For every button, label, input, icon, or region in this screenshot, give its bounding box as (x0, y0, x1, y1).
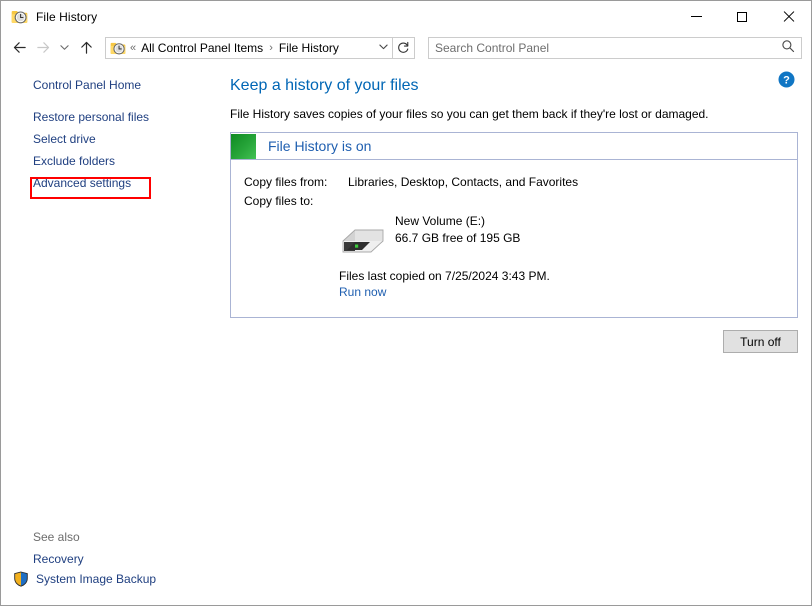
file-history-window: File History « All Control Panel Items ›… (0, 0, 812, 606)
up-button[interactable] (73, 36, 99, 60)
main-pane: ? Keep a history of your files File Hist… (223, 63, 811, 605)
window-controls (673, 1, 811, 32)
sidebar-item-exclude-folders[interactable]: Exclude folders (1, 150, 223, 172)
arrow-right-icon (36, 42, 49, 53)
copy-files-from-value: Libraries, Desktop, Contacts, and Favori… (348, 175, 579, 189)
drive-info: New Volume (E:) 66.7 GB free of 195 GB (395, 213, 520, 247)
see-also-item-recovery[interactable]: Recovery (1, 549, 223, 569)
address-file-history-icon (110, 40, 126, 56)
button-row: Turn off (223, 318, 811, 353)
drive-name: New Volume (E:) (395, 214, 486, 228)
status-indicator (231, 133, 256, 159)
page-title: Keep a history of your files (230, 77, 419, 94)
address-bar[interactable]: « All Control Panel Items › File History (105, 36, 393, 59)
close-button[interactable] (765, 1, 811, 32)
see-also-title: See also (33, 530, 80, 544)
page-description: File History saves copies of your files … (230, 107, 709, 121)
status-panel: File History is on Copy files from: Libr… (230, 132, 798, 318)
breadcrumb-separator: › (269, 41, 273, 54)
arrow-left-icon (13, 42, 26, 53)
copy-files-from-row: Copy files from: Libraries, Desktop, Con… (231, 175, 797, 189)
external-drive-icon (339, 221, 387, 255)
turn-off-button[interactable]: Turn off (723, 330, 798, 353)
navigation-bar: « All Control Panel Items › File History (1, 32, 811, 63)
status-body: Copy files from: Libraries, Desktop, Con… (231, 160, 797, 317)
drive-free-space: 66.7 GB free of 195 GB (395, 231, 521, 245)
breadcrumb-overflow[interactable]: « (130, 42, 136, 54)
svg-text:?: ? (783, 74, 790, 86)
refresh-icon (398, 41, 409, 53)
see-also-row-system-image-backup[interactable]: System Image Backup (1, 569, 223, 589)
file-history-icon (11, 8, 28, 25)
sidebar-item-restore-personal-files[interactable]: Restore personal files (1, 106, 223, 128)
title-bar: File History (1, 1, 811, 32)
address-dropdown-button[interactable] (374, 42, 392, 54)
help-icon[interactable]: ? (778, 71, 795, 88)
sidebar-item-control-panel-home[interactable]: Control Panel Home (1, 74, 223, 96)
arrow-up-icon (80, 41, 92, 54)
minimize-button[interactable] (673, 1, 719, 32)
maximize-button[interactable] (719, 1, 765, 32)
back-button[interactable] (7, 36, 31, 60)
chevron-down-icon (59, 45, 69, 50)
sidebar-item-advanced-settings[interactable]: Advanced settings (1, 172, 223, 194)
close-icon (782, 11, 794, 23)
forward-button[interactable] (31, 36, 55, 60)
copy-files-from-label: Copy files from: (244, 175, 328, 189)
window-title: File History (36, 9, 98, 24)
sidebar-item-select-drive[interactable]: Select drive (1, 128, 223, 150)
breadcrumb-file-history[interactable]: File History (278, 41, 340, 55)
refresh-button[interactable] (393, 36, 415, 59)
copy-files-to-row: Copy files to: (231, 194, 797, 208)
run-now-link[interactable]: Run now (231, 285, 386, 299)
see-also-item-system-image-backup[interactable]: System Image Backup (29, 569, 156, 589)
breadcrumb-all-control-panel-items[interactable]: All Control Panel Items (140, 41, 264, 55)
maximize-icon (737, 11, 747, 22)
minimize-icon (690, 16, 702, 17)
see-also-section: See also Recovery System Image Backup (1, 527, 223, 589)
drive-block: New Volume (E:) 66.7 GB free of 195 GB (231, 213, 797, 255)
search-box[interactable] (428, 36, 802, 59)
shield-icon (13, 571, 29, 587)
copy-files-to-label: Copy files to: (244, 194, 314, 208)
status-header: File History is on (231, 133, 797, 160)
search-input[interactable] (429, 37, 777, 58)
recent-locations-button[interactable] (55, 36, 73, 60)
status-text: File History is on (268, 138, 372, 154)
content-area: Control Panel Home Restore personal file… (1, 63, 811, 605)
last-copied-text: Files last copied on 7/25/2024 3:43 PM. (339, 269, 550, 283)
chevron-down-icon (378, 44, 388, 49)
sidebar: Control Panel Home Restore personal file… (1, 63, 223, 605)
search-icon[interactable] (777, 39, 799, 56)
